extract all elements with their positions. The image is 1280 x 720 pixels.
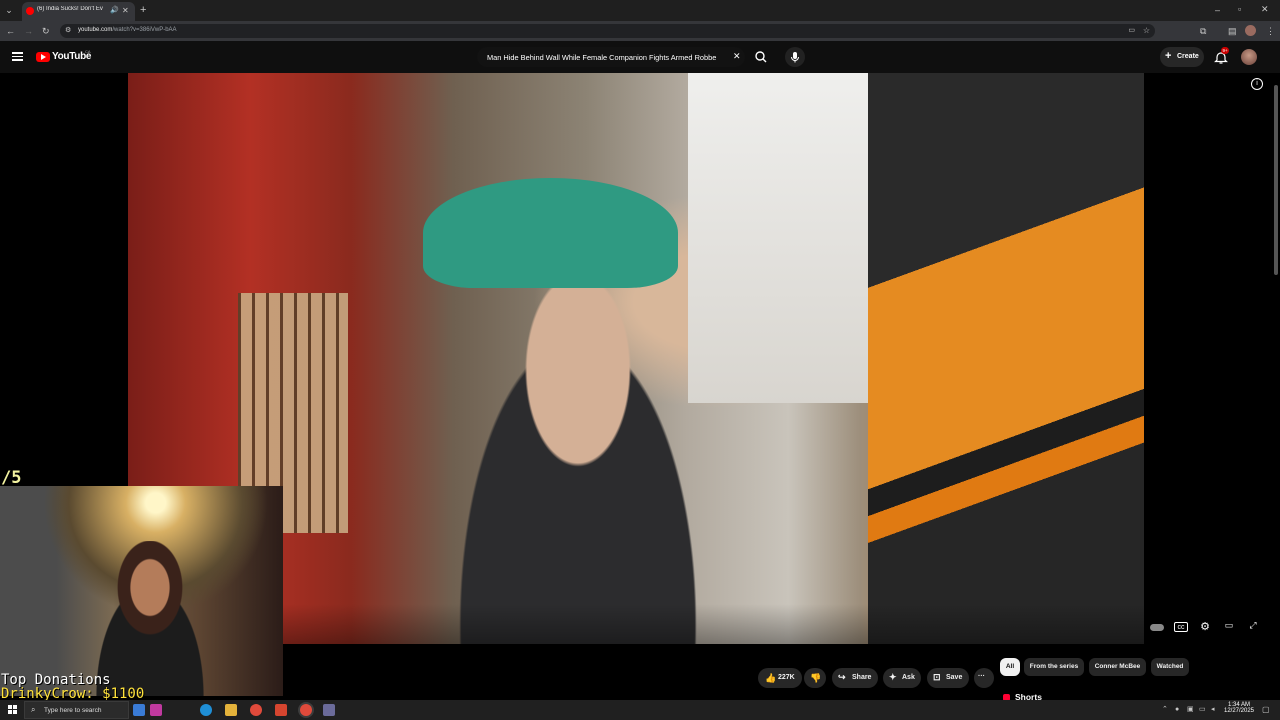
notifications-button[interactable]: 9+ bbox=[1214, 47, 1230, 65]
tab-search-icon[interactable]: ⌄ bbox=[3, 5, 15, 15]
back-icon[interactable]: ← bbox=[6, 26, 15, 36]
search-value: Man Hide Behind Wall While Female Compan… bbox=[487, 53, 717, 62]
browser-menu-icon[interactable]: ⋮ bbox=[1266, 26, 1275, 36]
notification-center-icon[interactable]: ▢ bbox=[1262, 705, 1270, 715]
ask-label: Ask bbox=[902, 674, 915, 681]
webcam-overlay bbox=[0, 486, 283, 696]
taskbar-app-1-icon[interactable] bbox=[133, 704, 145, 716]
sidebar-icon[interactable]: ▤ bbox=[1228, 26, 1237, 36]
window-close-icon[interactable]: ✕ bbox=[1261, 4, 1269, 14]
browser-tab-bar: ⌄ (6) India Sucks! Don't Ever 🔊 ✕ + – ▫ … bbox=[0, 0, 1280, 21]
maximize-icon[interactable]: ▫ bbox=[1238, 4, 1241, 14]
autoplay-toggle[interactable] bbox=[1150, 620, 1164, 634]
windows-start-icon[interactable] bbox=[8, 705, 17, 714]
ask-button[interactable]: ✦ Ask bbox=[883, 668, 921, 688]
tray-mic-icon[interactable]: ● bbox=[1175, 705, 1179, 715]
video-frame-cap bbox=[423, 178, 678, 288]
more-icon: ··· bbox=[978, 673, 985, 680]
clear-search-icon[interactable]: ✕ bbox=[733, 51, 741, 62]
create-label: Create bbox=[1177, 53, 1199, 60]
chip-all[interactable]: All bbox=[1000, 658, 1020, 676]
youtube-favicon-icon bbox=[26, 7, 34, 15]
plus-icon: + bbox=[1165, 50, 1172, 62]
taskbar-search-box[interactable]: ⌕ Type here to search bbox=[24, 701, 129, 719]
like-icon: 👍 bbox=[765, 673, 777, 683]
taskbar-search-icon: ⌕ bbox=[31, 705, 36, 714]
search-input[interactable]: Man Hide Behind Wall While Female Compan… bbox=[477, 47, 745, 67]
windows-taskbar bbox=[0, 700, 1280, 720]
tray-chevron-icon[interactable]: ⌃ bbox=[1162, 705, 1168, 715]
taskbar-app-2-icon[interactable] bbox=[150, 704, 162, 716]
search-button[interactable] bbox=[745, 47, 777, 67]
url-path: /watch?v=386iVwP-bAA bbox=[112, 27, 177, 33]
dislike-button[interactable]: 👎 bbox=[804, 668, 826, 688]
minimize-icon[interactable]: – bbox=[1215, 5, 1220, 15]
more-actions-button[interactable]: ··· bbox=[974, 668, 994, 688]
like-count: 227K bbox=[778, 674, 795, 681]
new-tab-icon[interactable]: + bbox=[140, 5, 146, 16]
reload-icon[interactable]: ↻ bbox=[42, 26, 50, 36]
fullscreen-icon[interactable]: ⤢ bbox=[1246, 620, 1260, 634]
taskbar-search-placeholder: Type here to search bbox=[44, 707, 102, 714]
tab-close-icon[interactable]: ✕ bbox=[122, 6, 129, 16]
profile-avatar[interactable] bbox=[1245, 25, 1256, 36]
tray-volume-icon[interactable]: ◂ bbox=[1211, 705, 1215, 715]
tray-network-icon[interactable]: ▣ bbox=[1187, 705, 1194, 715]
mic-icon bbox=[791, 52, 799, 63]
share-button[interactable]: ↪ Share bbox=[832, 668, 878, 688]
page-scrollbar[interactable] bbox=[1274, 85, 1278, 275]
video-frame-bus bbox=[868, 73, 1144, 644]
bookmark-star-icon[interactable]: ☆ bbox=[1143, 26, 1150, 36]
country-code: CA bbox=[85, 49, 91, 54]
sparkle-icon: ✦ bbox=[889, 672, 897, 682]
like-button[interactable]: 👍 227K bbox=[758, 668, 802, 688]
tab-title: (6) India Sucks! Don't Ever bbox=[37, 6, 103, 12]
chrome-active-icon[interactable] bbox=[300, 704, 312, 716]
settings-icon[interactable]: ⚙ bbox=[1198, 620, 1212, 634]
taskbar-app-3-icon[interactable] bbox=[275, 704, 287, 716]
theater-mode-icon[interactable]: ▭ bbox=[1222, 620, 1236, 634]
url-text: youtube.com/watch?v=386iVwP-bAA bbox=[78, 27, 177, 33]
account-avatar[interactable] bbox=[1241, 49, 1257, 65]
file-explorer-icon[interactable] bbox=[225, 704, 237, 716]
subtitles-icon[interactable]: cc bbox=[1174, 622, 1188, 632]
play-logo-icon bbox=[41, 54, 46, 60]
info-icon[interactable]: i bbox=[1251, 78, 1263, 90]
address-bar[interactable]: ⚙ youtube.com/watch?v=386iVwP-bAA ▭ ☆ bbox=[60, 24, 1155, 38]
audio-playing-icon[interactable]: 🔊 bbox=[110, 6, 119, 16]
forward-icon[interactable]: → bbox=[24, 26, 33, 36]
cast-icon[interactable]: ▭ bbox=[1128, 26, 1135, 36]
save-icon: ⊡ bbox=[933, 672, 941, 682]
search-icon bbox=[755, 51, 767, 63]
save-label: Save bbox=[946, 674, 963, 681]
video-frame-person bbox=[428, 263, 728, 644]
menu-icon[interactable] bbox=[12, 52, 23, 61]
chip-conner-mcbee[interactable]: Conner McBee bbox=[1089, 658, 1146, 676]
site-info-icon[interactable]: ⚙ bbox=[65, 26, 71, 36]
tray-display-icon[interactable]: ▭ bbox=[1199, 705, 1206, 715]
overlay-score: /5 bbox=[1, 468, 22, 488]
dislike-icon: 👎 bbox=[810, 673, 822, 683]
voice-search-button[interactable] bbox=[785, 47, 805, 67]
url-host: youtube.com bbox=[78, 27, 113, 33]
chip-from-the-series[interactable]: From the series bbox=[1024, 658, 1084, 676]
share-icon: ↪ bbox=[838, 672, 846, 682]
edge-browser-icon[interactable] bbox=[200, 704, 212, 716]
share-label: Share bbox=[852, 674, 872, 681]
taskbar-app-4-icon[interactable] bbox=[323, 704, 335, 716]
clock-date: 12/27/2025 bbox=[1223, 708, 1255, 714]
notification-badge: 9+ bbox=[1221, 47, 1230, 54]
create-button[interactable]: + Create bbox=[1160, 47, 1204, 67]
extensions-icon[interactable]: ⧉ bbox=[1200, 26, 1206, 36]
taskbar-clock[interactable]: 1:34 AM 12/27/2025 bbox=[1222, 702, 1256, 714]
chrome-icon[interactable] bbox=[250, 704, 262, 716]
browser-tab-youtube[interactable]: (6) India Sucks! Don't Ever 🔊 ✕ bbox=[22, 2, 135, 21]
chip-watched[interactable]: Watched bbox=[1151, 658, 1189, 676]
save-button[interactable]: ⊡ Save bbox=[927, 668, 969, 688]
